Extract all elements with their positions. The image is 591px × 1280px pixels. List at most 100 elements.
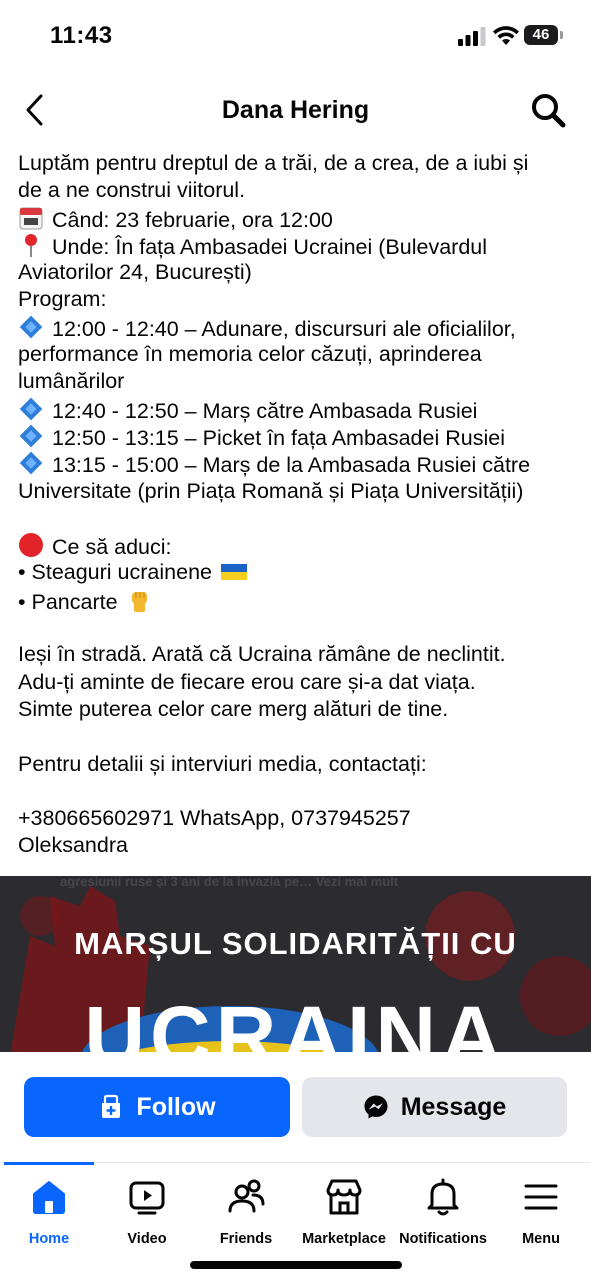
post-line-text: Luptăm pentru dreptul de a trăi, de a cr… [18,151,529,175]
follow-button[interactable]: Follow [24,1077,290,1137]
post-line-text: Oleksandra [18,833,128,858]
post-line: +380665602971 WhatsApp, 0737945257 [18,805,583,832]
menu-icon [524,1184,558,1210]
battery-level: 46 [532,26,550,43]
post-line: • Pancarte [18,587,583,614]
post-line-text: lumânărilor [18,369,125,394]
post-line-text: de a ne construi viitorul. [18,178,246,203]
post-line-text: Unde: În fața Ambasadei Ucrainei (Buleva… [52,234,488,259]
post-line-text: Simte puterea celor care merg alături de… [18,696,449,721]
tab-friends[interactable]: Friends [197,1177,295,1257]
blue-diamond-icon [18,423,44,448]
post-line-text: 12:50 - 13:15 – Picket în fața Ambasadei… [52,425,505,450]
post-line-text: Pentru detalii și interviuri media, cont… [18,751,427,776]
post-line-text: 13:15 - 15:00 – Marș de la Ambasada Rusi… [52,453,531,478]
active-tab-indicator [4,1162,94,1165]
tab-menu[interactable]: Menu [492,1177,590,1257]
tab-label: Home [28,1231,70,1247]
bell-icon [427,1178,459,1216]
post-line: Când: 23 februarie, ora 12:00 [18,205,583,232]
tab-marketplace[interactable]: Marketplace [295,1177,393,1257]
home-icon [33,1181,65,1214]
bottom-tab-bar: Home Video Friends Marketplace Notificat… [0,1162,591,1280]
post-line-text: Ce să aduci: [52,535,172,560]
tab-label: Marketplace [302,1231,386,1247]
post-line-text: • Steaguri ucrainene [18,560,212,585]
post-line: 12:40 - 12:50 – Marș către Ambasada Rusi… [18,396,583,423]
blue-diamond-icon [18,450,44,475]
pin-icon [18,232,44,257]
post-line: lumânărilor [18,368,583,395]
post-line-text: 12:00 - 12:40 – Adunare, discursuri ale … [52,316,516,341]
message-button[interactable]: Message [302,1077,567,1137]
post-line-text: performance în memoria celor căzuți, apr… [18,342,482,367]
calendar-icon [18,205,44,230]
post-line: Ce să aduci: [18,532,583,559]
post-line-text: Aviatorilor 24, București) [18,260,252,285]
blue-diamond-icon [18,314,44,339]
status-time: 11:43 [50,22,113,49]
tab-video[interactable]: Video [98,1177,196,1257]
marketplace-icon [326,1179,362,1215]
post-line: performance în memoria celor căzuți, apr… [18,341,583,368]
follow-label: Follow [136,1092,216,1121]
event-image[interactable]: agresiunii ruse și 3 ani de la invazia p… [0,876,591,1056]
post-line: Program: [18,286,583,313]
tab-home[interactable]: Home [0,1177,98,1257]
post-line-text: Universitate (prin Piața Romană și Piața… [18,478,524,503]
post-line: Aviatorilor 24, București) [18,259,583,286]
status-bar: 11:43 46 [0,0,591,74]
post-text: Luptăm pentru dreptul de a trăi, de a cr… [18,150,583,860]
event-image-caption: agresiunii ruse și 3 ani de la invazia p… [60,876,399,888]
tab-label: Menu [522,1231,560,1247]
post-line: • Steaguri ucrainene [18,559,583,586]
message-label: Message [400,1092,507,1121]
app-screen: 11:43 46 Dana Hering Luptăm pentru drept… [0,0,591,1280]
ukraine-flag-icon [220,561,247,583]
blue-diamond-icon [18,396,44,420]
post-line-text: Ieși în stradă. Arată că Ucraina rămâne … [18,642,506,667]
post-line-text: Când: 23 februarie, ora 12:00 [52,207,333,232]
post-line: de a ne construi viitorul. [18,177,583,204]
post-line: 13:15 - 15:00 – Marș de la Ambasada Rusi… [18,450,583,477]
tab-label: Video [127,1231,167,1247]
post-line-text: 12:40 - 12:50 – Marș către Ambasada Rusi… [52,398,478,423]
post-line: Luptăm pentru dreptul de a trăi, de a cr… [18,150,583,177]
post-line: Ieși în stradă. Arată că Ucraina rămâne … [18,641,583,668]
post-line: Unde: În fața Ambasadei Ucrainei (Buleva… [18,232,583,259]
home-indicator[interactable] [190,1261,402,1269]
event-title-line1: MARȘUL SOLIDARITĂȚII CU [74,926,517,961]
messenger-icon [364,1095,388,1119]
post-line-text: Adu-ți aminte de fiecare erou care și-a … [18,669,476,694]
wifi-icon [493,26,519,45]
follow-icon [102,1094,121,1118]
tab-label: Friends [219,1231,273,1247]
post-line: Oleksandra [18,832,583,859]
battery-icon: 46 [524,25,564,47]
post-line: Adu-ți aminte de fiecare erou care și-a … [18,669,583,696]
red-circle-icon [18,532,44,558]
page-title: Dana Hering [221,96,370,124]
post-line-text: Program: [18,287,107,312]
event-title-line2: UCRAINA [84,989,507,1056]
profile-actions: Follow Message [0,1052,591,1162]
post-line: 12:50 - 13:15 – Picket în fața Ambasadei… [18,423,583,450]
cellular-signal-icon [458,27,486,46]
post-line: Simte puterea celor care merg alături de… [18,696,583,723]
page-header: Dana Hering [0,80,591,142]
post-line: Pentru detalii și interviuri media, cont… [18,751,583,778]
video-icon [129,1181,165,1215]
raised-fist-icon [126,587,152,612]
tab-label: Notifications [399,1231,487,1247]
friends-icon [228,1179,265,1213]
post-line-text: • Pancarte [18,589,118,614]
post-line-text: +380665602971 WhatsApp, 0737945257 [18,806,411,831]
tab-notifications[interactable]: Notifications [394,1177,492,1257]
post-line: Universitate (prin Piața Romană și Piața… [18,478,583,505]
search-icon[interactable] [528,90,568,130]
post-line: 12:00 - 12:40 – Adunare, discursuri ale … [18,314,583,341]
